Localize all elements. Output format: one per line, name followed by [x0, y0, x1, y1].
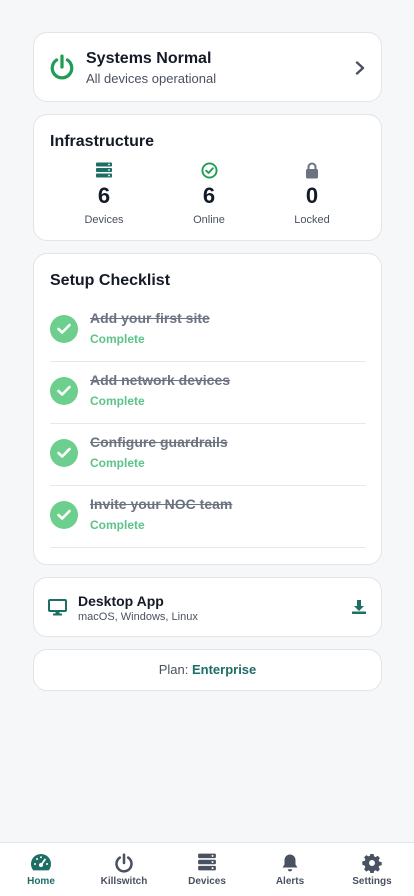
server-icon	[96, 162, 112, 178]
stat-online: 6 Online	[164, 161, 254, 226]
nav-home[interactable]: Home	[0, 843, 82, 896]
infrastructure-card: Infrastructure 6 Devices 6 Online 0 Lock…	[33, 114, 382, 241]
nav-settings[interactable]: Settings	[331, 843, 413, 896]
download-icon[interactable]	[351, 599, 367, 615]
monitor-icon	[48, 599, 67, 616]
check-circle-icon	[50, 501, 78, 529]
chevron-right-icon	[355, 61, 365, 75]
status-title: Systems Normal	[86, 50, 212, 67]
checklist-item-status: Complete	[90, 394, 145, 408]
plan-card: Plan: Enterprise	[33, 649, 382, 691]
checklist-item[interactable]: Configure guardrails Complete	[50, 424, 366, 486]
nav-settings-label: Settings	[352, 876, 392, 887]
nav-devices-label: Devices	[188, 876, 226, 887]
check-circle-icon	[50, 315, 78, 343]
dashboard-gauge-icon	[31, 854, 52, 871]
nav-killswitch[interactable]: Killswitch	[83, 843, 165, 896]
gear-icon	[362, 854, 382, 873]
desktop-app-title: Desktop App	[78, 593, 164, 609]
bottom-navigation: Home Killswitch Devices Alerts Settings	[0, 842, 414, 896]
desktop-app-card[interactable]: Desktop App macOS, Windows, Linux	[33, 577, 382, 637]
plan-value: Enterprise	[191, 662, 257, 677]
power-icon	[115, 853, 133, 873]
status-subtitle: All devices operational	[86, 71, 217, 86]
checklist-item-status: Complete	[90, 518, 145, 532]
stat-locked: 0 Locked	[267, 161, 357, 226]
nav-home-label: Home	[27, 876, 55, 887]
lock-icon	[306, 162, 318, 178]
devices-label: Devices	[84, 214, 124, 226]
infrastructure-title: Infrastructure	[50, 133, 155, 150]
checklist-item[interactable]: Invite your NOC team Complete	[50, 486, 366, 548]
server-icon	[198, 853, 216, 871]
nav-killswitch-label: Killswitch	[100, 876, 148, 887]
check-circle-icon	[50, 439, 78, 467]
checklist-item-status: Complete	[90, 456, 145, 470]
desktop-app-platforms: macOS, Windows, Linux	[78, 611, 198, 623]
check-circle-icon	[200, 161, 218, 179]
system-status-card[interactable]: Systems Normal All devices operational	[33, 32, 382, 102]
checklist-title: Setup Checklist	[50, 272, 171, 289]
bell-icon	[282, 854, 298, 872]
setup-checklist-card: Setup Checklist Add your first site Comp…	[33, 253, 382, 565]
checklist-item[interactable]: Add network devices Complete	[50, 362, 366, 424]
online-count: 6	[202, 183, 216, 208]
nav-devices[interactable]: Devices	[166, 843, 248, 896]
checklist-item-label: Add network devices	[90, 372, 231, 388]
checklist-item-label: Invite your NOC team	[90, 496, 233, 512]
stat-devices: 6 Devices	[59, 161, 149, 226]
locked-label: Locked	[294, 214, 330, 226]
checklist-item-label: Add your first site	[90, 310, 210, 326]
checklist-item-label: Configure guardrails	[90, 434, 228, 450]
plan-label: Plan:	[158, 662, 189, 677]
check-circle-icon	[50, 377, 78, 405]
checklist-item[interactable]: Add your first site Complete	[50, 300, 366, 362]
locked-count: 0	[305, 183, 319, 208]
nav-alerts[interactable]: Alerts	[249, 843, 331, 896]
nav-alerts-label: Alerts	[275, 876, 305, 887]
devices-count: 6	[97, 183, 111, 208]
checklist-item-status: Complete	[90, 332, 145, 346]
online-label: Online	[193, 214, 225, 226]
power-icon	[50, 54, 74, 80]
